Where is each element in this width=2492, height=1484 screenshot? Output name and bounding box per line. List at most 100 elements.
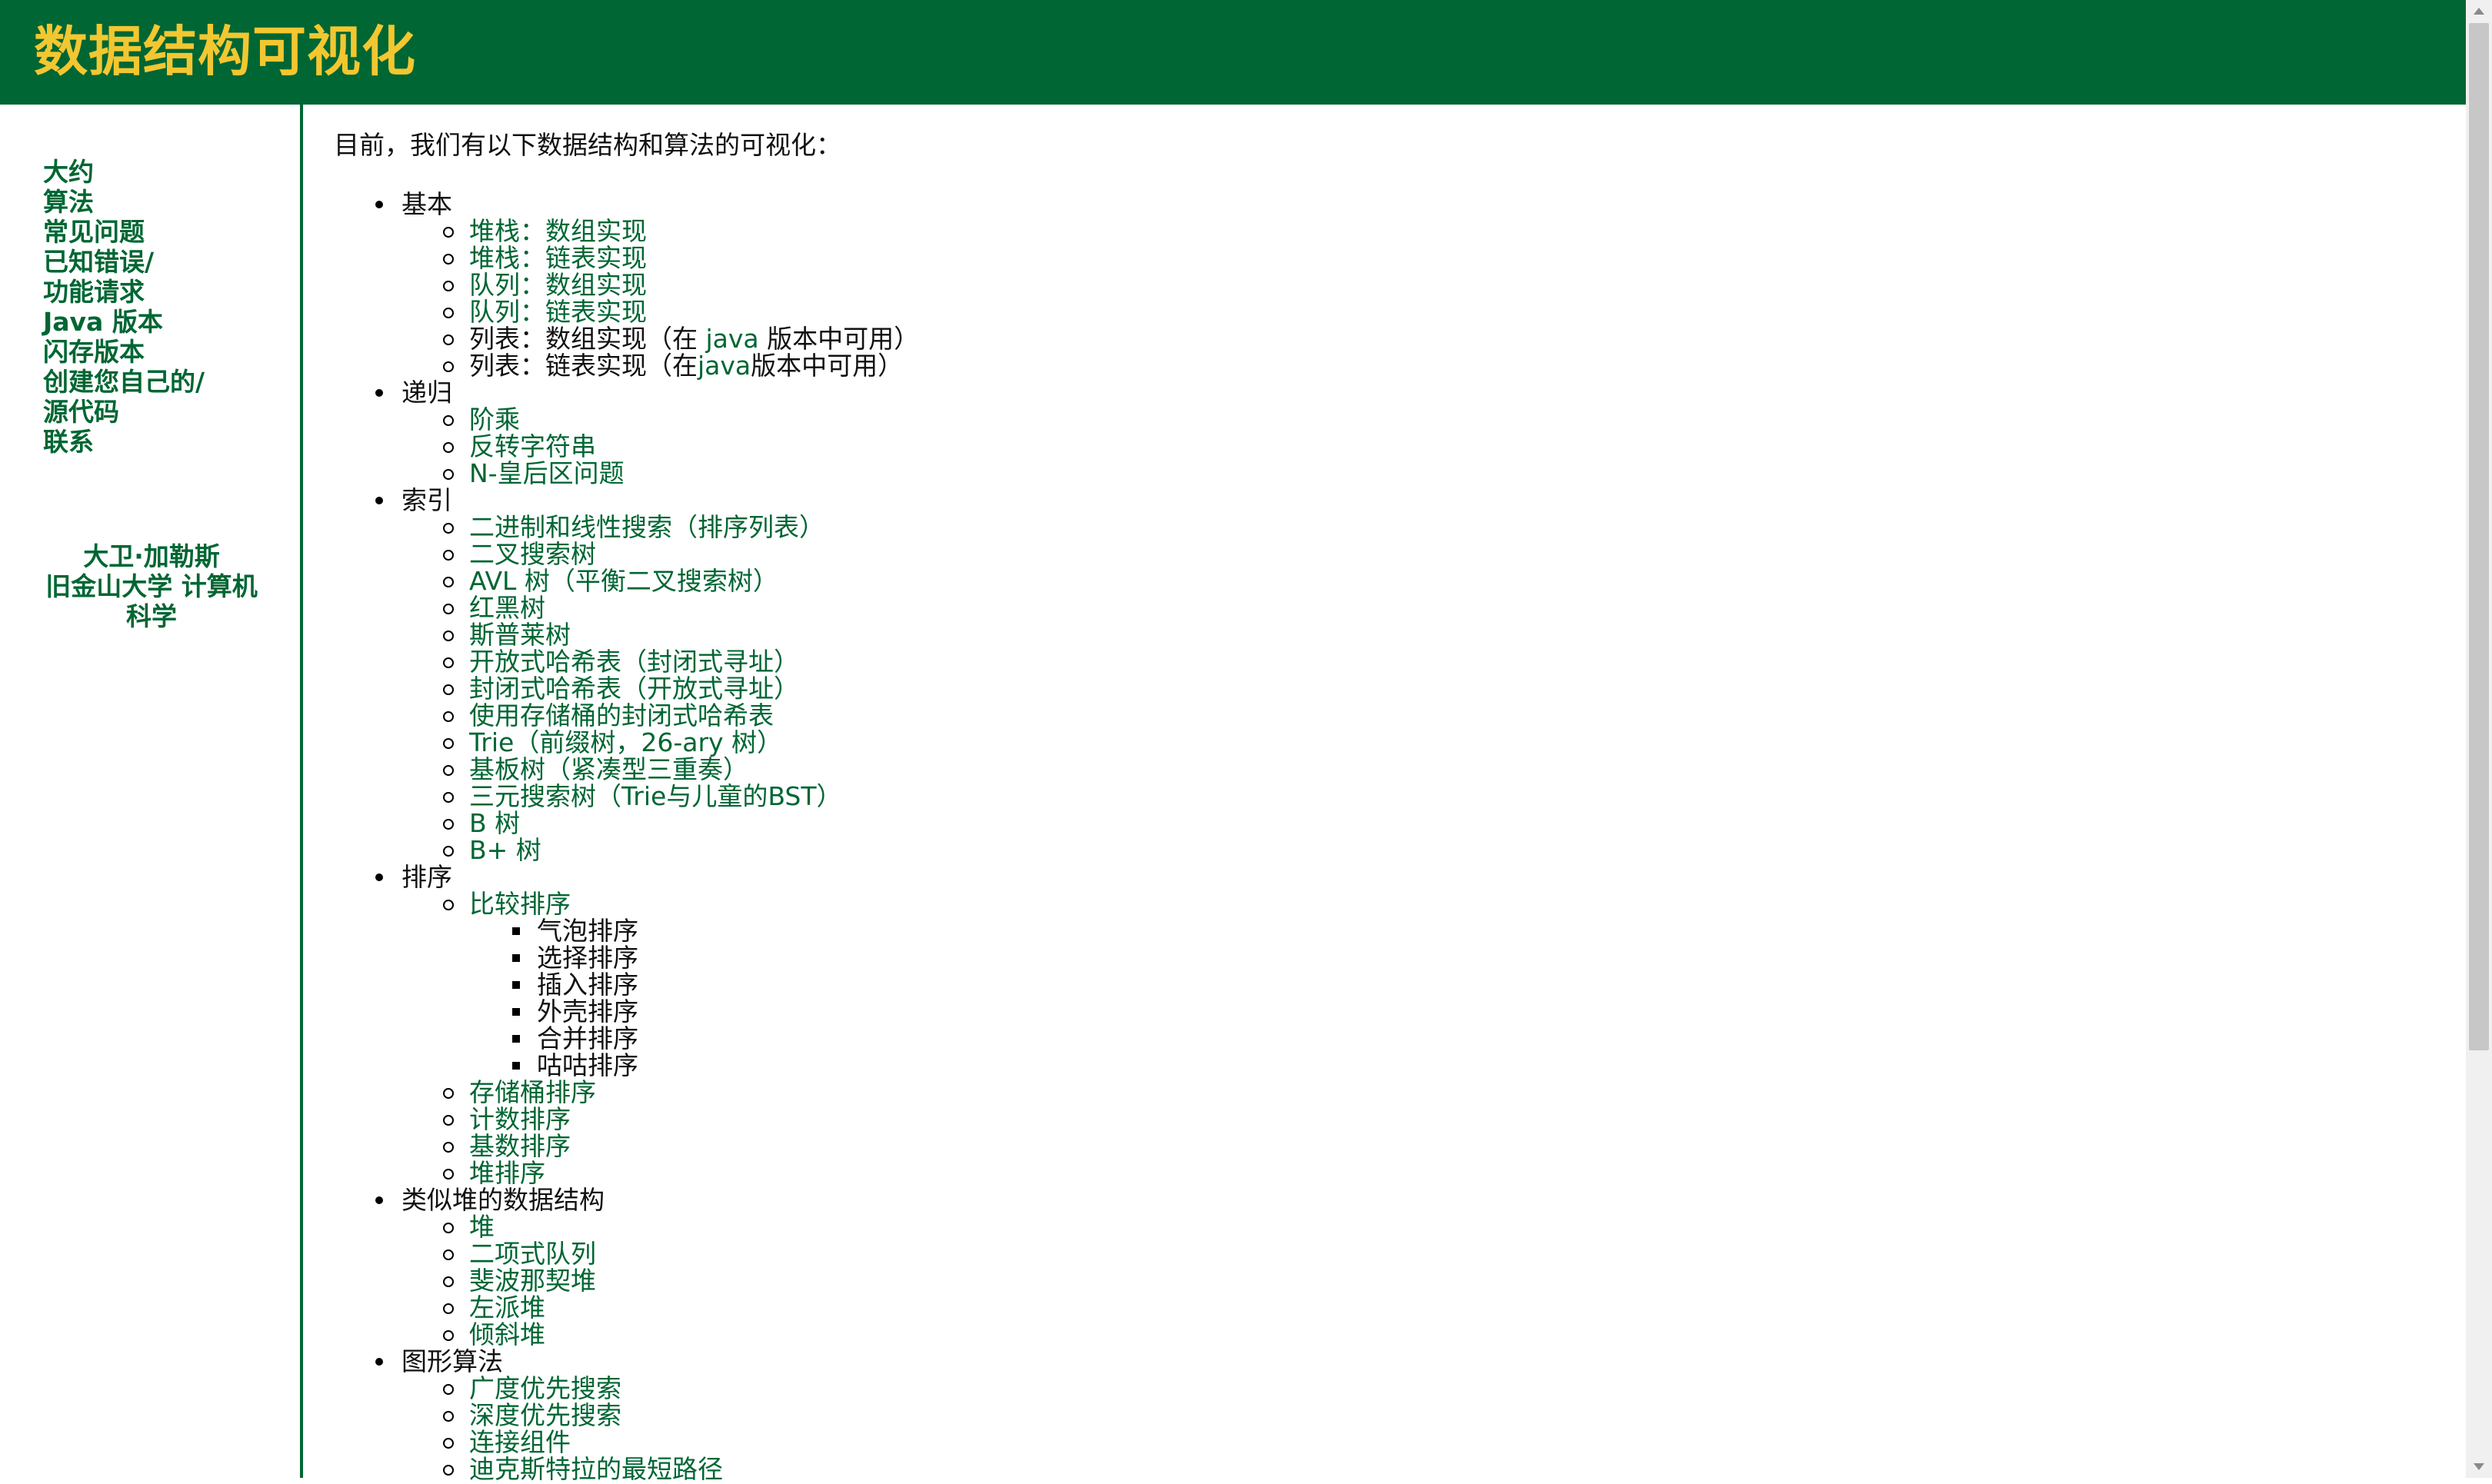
category-label: 排序 <box>401 862 452 892</box>
link-skew-heap[interactable]: 倾斜堆 <box>469 1319 545 1349</box>
list-array-suffix: 版本中可用） <box>758 324 920 354</box>
nav-algorithms[interactable]: 算法 <box>43 187 289 217</box>
nav-about[interactable]: 大约 <box>43 157 289 187</box>
nav-faq[interactable]: 常见问题 <box>43 217 289 247</box>
list-item: 咕咕排序 <box>334 1052 2441 1079</box>
main-content: 目前，我们有以下数据结构和算法的可视化： 基本 堆栈：数组实现 堆栈：链表实现 … <box>334 126 2441 1482</box>
visualization-list: 基本 堆栈：数组实现 堆栈：链表实现 队列：数组实现 队列：链表实现 列表：数组… <box>334 191 2441 1482</box>
link-comparison-sort[interactable]: 比较排序 <box>469 889 571 919</box>
nav-create-your-own[interactable]: 创建您自己的/ <box>43 367 289 397</box>
list-item: 反转字符串 <box>334 433 2441 460</box>
list-item: 堆栈：数组实现 <box>334 218 2441 245</box>
list-item: 红黑树 <box>334 594 2441 621</box>
intro-text: 目前，我们有以下数据结构和算法的可视化： <box>334 130 841 160</box>
category-basics: 基本 <box>334 191 2441 218</box>
category-label: 索引 <box>401 485 452 515</box>
link-red-black-tree[interactable]: 红黑树 <box>469 593 545 623</box>
list-item: 二项式队列 <box>334 1240 2441 1267</box>
list-item: 迪克斯特拉的最短路径 <box>334 1456 2441 1482</box>
list-array-prefix: 列表：数组实现（在 <box>469 324 706 354</box>
link-splay-tree[interactable]: 斯普莱树 <box>469 620 571 650</box>
list-item: 使用存储桶的封闭式哈希表 <box>334 702 2441 729</box>
link-connected-components[interactable]: 连接组件 <box>469 1427 571 1457</box>
nav-flash-version[interactable]: 闪存版本 <box>43 337 289 367</box>
list-item: 堆 <box>334 1213 2441 1240</box>
list-item: 深度优先搜索 <box>334 1402 2441 1429</box>
list-item: 气泡排序 <box>334 917 2441 944</box>
link-binary-linear-search[interactable]: 二进制和线性搜索（排序列表） <box>469 512 825 542</box>
sort-quick: 咕咕排序 <box>537 1050 638 1080</box>
list-item: B+ 树 <box>334 837 2441 863</box>
link-bst[interactable]: 二叉搜索树 <box>469 539 596 569</box>
link-bucket-sort[interactable]: 存储桶排序 <box>469 1077 596 1107</box>
author-name[interactable]: 大卫·加勒斯 <box>0 541 303 571</box>
scroll-down-arrow-icon[interactable] <box>2474 1463 2484 1470</box>
vertical-scrollbar[interactable] <box>2466 0 2492 1478</box>
list-item: 合并排序 <box>334 1025 2441 1052</box>
link-stack-array[interactable]: 堆栈：数组实现 <box>469 216 647 246</box>
list-item: 三元搜索树（Trie与儿童的BST） <box>334 783 2441 810</box>
link-radix-tree[interactable]: 基板树（紧凑型三重奏） <box>469 754 748 784</box>
link-java[interactable]: java <box>698 351 751 381</box>
link-reverse-string[interactable]: 反转字符串 <box>469 431 596 461</box>
category-label: 基本 <box>401 189 452 219</box>
link-factorial[interactable]: 阶乘 <box>469 404 520 434</box>
list-item: 外壳排序 <box>334 998 2441 1025</box>
link-heap[interactable]: 堆 <box>469 1212 495 1242</box>
list-item: 广度优先搜索 <box>334 1375 2441 1402</box>
link-leftist-heap[interactable]: 左派堆 <box>469 1293 545 1323</box>
link-closed-hash-buckets[interactable]: 使用存储桶的封闭式哈希表 <box>469 700 774 730</box>
link-binomial-queue[interactable]: 二项式队列 <box>469 1239 596 1269</box>
list-item: 计数排序 <box>334 1106 2441 1133</box>
link-java[interactable]: java <box>706 324 759 354</box>
scroll-up-arrow-icon[interactable] <box>2474 8 2484 15</box>
list-item: 基板树（紧凑型三重奏） <box>334 756 2441 783</box>
list-item: N-皇后区问题 <box>334 460 2441 487</box>
nav-java-version[interactable]: Java 版本 <box>43 307 289 337</box>
link-fibonacci-heap[interactable]: 斐波那契堆 <box>469 1266 596 1296</box>
link-avl-tree[interactable]: AVL 树（平衡二叉搜索树） <box>469 566 778 596</box>
category-graph-algorithms: 图形算法 <box>334 1348 2441 1375</box>
category-heap-like: 类似堆的数据结构 <box>334 1186 2441 1213</box>
link-trie[interactable]: Trie（前缀树，26-ary 树） <box>469 727 782 757</box>
nav-feature-requests[interactable]: 功能请求 <box>43 277 289 307</box>
link-heap-sort[interactable]: 堆排序 <box>469 1158 545 1188</box>
nav-source-code[interactable]: 源代码 <box>43 397 289 427</box>
link-radix-sort[interactable]: 基数排序 <box>469 1131 571 1161</box>
link-open-hash[interactable]: 开放式哈希表（封闭式寻址） <box>469 647 799 677</box>
list-item: 列表：数组实现（在 java 版本中可用） <box>334 325 2441 352</box>
list-item: 倾斜堆 <box>334 1321 2441 1348</box>
scrollbar-thumb[interactable] <box>2469 23 2489 1050</box>
nav-known-bugs[interactable]: 已知错误/ <box>43 247 289 277</box>
link-dijkstra[interactable]: 迪克斯特拉的最短路径 <box>469 1454 723 1484</box>
list-item: 斐波那契堆 <box>334 1267 2441 1294</box>
list-item: 阶乘 <box>334 406 2441 433</box>
link-queue-linked-list[interactable]: 队列：链表实现 <box>469 297 647 327</box>
list-item: 基数排序 <box>334 1133 2441 1160</box>
link-b-tree[interactable]: B 树 <box>469 808 520 838</box>
list-item: 堆栈：链表实现 <box>334 245 2441 271</box>
link-counting-sort[interactable]: 计数排序 <box>469 1104 571 1134</box>
link-stack-linked-list[interactable]: 堆栈：链表实现 <box>469 243 647 273</box>
author-dept[interactable]: 科学 <box>0 601 303 631</box>
link-closed-hash[interactable]: 封闭式哈希表（开放式寻址） <box>469 674 799 704</box>
list-item: 比较排序 <box>334 890 2441 917</box>
category-recursion: 递归 <box>334 379 2441 406</box>
author-school[interactable]: 旧金山大学 计算机 <box>0 571 303 601</box>
link-n-queens[interactable]: N-皇后区问题 <box>469 458 625 488</box>
list-item: 二叉搜索树 <box>334 541 2441 567</box>
list-linked-suffix: 版本中可用） <box>751 351 904 381</box>
list-item: B 树 <box>334 810 2441 837</box>
list-item: Trie（前缀树，26-ary 树） <box>334 729 2441 756</box>
link-queue-array[interactable]: 队列：数组实现 <box>469 270 647 300</box>
link-b-plus-tree[interactable]: B+ 树 <box>469 835 541 865</box>
nav-contact[interactable]: 联系 <box>43 427 289 457</box>
list-item: 列表：链表实现（在java版本中可用） <box>334 352 2441 379</box>
category-indexing: 索引 <box>334 487 2441 514</box>
link-bfs[interactable]: 广度优先搜索 <box>469 1373 621 1403</box>
list-item: AVL 树（平衡二叉搜索树） <box>334 567 2441 594</box>
sort-insertion: 插入排序 <box>537 970 638 1000</box>
link-dfs[interactable]: 深度优先搜索 <box>469 1400 621 1430</box>
link-ternary-search-tree[interactable]: 三元搜索树（Trie与儿童的BST） <box>469 781 842 811</box>
list-item: 左派堆 <box>334 1294 2441 1321</box>
